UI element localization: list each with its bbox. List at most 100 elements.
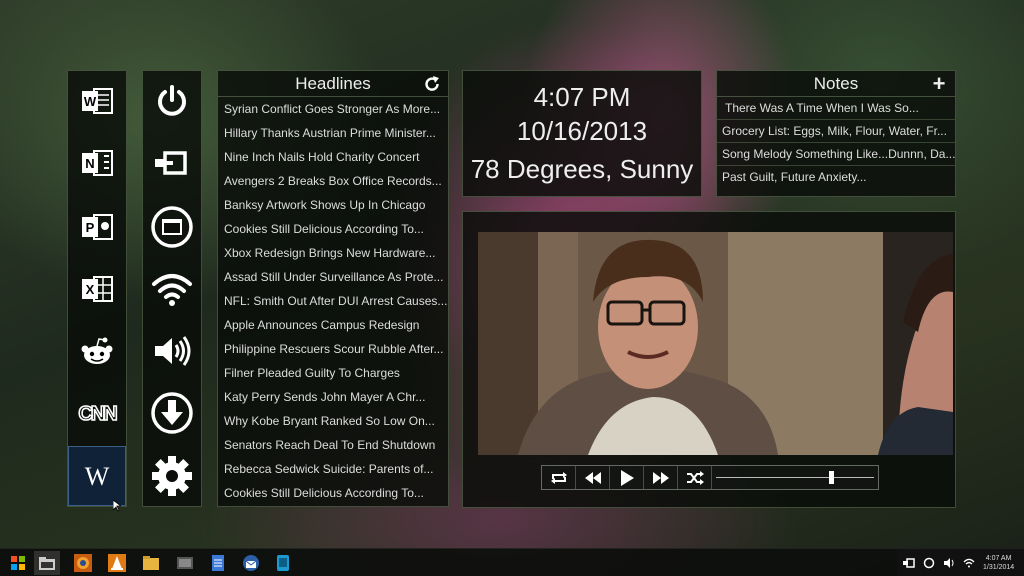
mouse-cursor-icon (113, 500, 121, 512)
display-button[interactable] (143, 133, 201, 193)
headline-item[interactable]: Filner Pleaded Guilty To Charges (218, 361, 448, 385)
wifi-button[interactable] (143, 259, 201, 319)
tray-date: 1/31/2014 (983, 564, 1015, 571)
powerpoint-tile[interactable]: P (68, 197, 126, 257)
settings-icon (152, 456, 192, 496)
onenote-tile[interactable]: N (68, 133, 126, 193)
display-icon (155, 151, 187, 175)
taskbar-firefox[interactable] (70, 551, 96, 575)
tray-sync[interactable] (921, 555, 937, 571)
taskbar: 4:07 AM 1/31/2014 (0, 548, 1024, 576)
headline-item[interactable]: Why Kobe Bryant Ranked So Low On... (218, 409, 448, 433)
headline-item[interactable]: Cookies Still Delicious According To... (218, 481, 448, 505)
headline-item[interactable]: Apple Announces Campus Redesign (218, 313, 448, 337)
headline-item[interactable]: Senators Reach Deal To End Shutdown (218, 433, 448, 457)
notes-title: Notes (813, 73, 859, 93)
headline-item[interactable]: Avengers 2 Breaks Box Office Records... (218, 169, 448, 193)
shuffle-button[interactable] (678, 466, 712, 489)
fast-forward-icon (652, 471, 669, 484)
notes-panel: Notes + There Was A Time When I Was So..… (716, 70, 956, 197)
onenote-icon: N (82, 150, 113, 176)
seek-thumb[interactable] (829, 471, 835, 484)
headline-item[interactable]: Syrian Conflict Goes Stronger As More... (218, 97, 448, 121)
headline-item[interactable]: Nine Inch Nails Hold Charity Concert (218, 145, 448, 169)
start-icon (11, 556, 25, 570)
video-player-panel (462, 211, 956, 508)
word-tile[interactable]: W (68, 71, 126, 131)
clock-time: 4:07 PM (533, 82, 631, 112)
svg-text:CNN: CNN (78, 403, 117, 425)
taskbar-thunderbird[interactable] (238, 551, 264, 575)
shuffle-icon (686, 470, 704, 485)
repeat-button[interactable] (542, 466, 576, 489)
tray-wifi[interactable] (961, 555, 977, 571)
wikipedia-tile[interactable]: W (68, 446, 126, 506)
headline-item[interactable]: Cookies Still Delicious According To... (218, 217, 448, 241)
window-icon (151, 206, 193, 248)
power-button[interactable] (143, 71, 201, 131)
reddit-icon (81, 337, 113, 364)
rewind-icon (584, 471, 601, 484)
headlines-header: Headlines (218, 71, 448, 97)
refresh-icon (425, 76, 439, 91)
repeat-icon (550, 471, 567, 484)
video-frame[interactable] (478, 232, 953, 455)
download-button[interactable] (143, 383, 201, 443)
tray-volume[interactable] (941, 555, 957, 571)
note-item[interactable]: Past Guilt, Future Anxiety... (717, 166, 955, 189)
cnn-tile[interactable]: CNN (68, 383, 126, 443)
volume-button[interactable] (143, 321, 201, 381)
seek-slider[interactable] (712, 466, 878, 489)
headline-item[interactable]: Xbox Redesign Brings New Hardware... (218, 241, 448, 265)
volume-icon (155, 336, 191, 366)
tray-display[interactable] (901, 555, 917, 571)
fast-forward-button[interactable] (644, 466, 678, 489)
notes-list: There Was A Time When I Was So... Grocer… (717, 97, 955, 189)
sync-icon (923, 557, 935, 569)
note-item[interactable]: Song Melody Something Like...Dunnn, Da..… (717, 143, 955, 166)
taskbar-media[interactable] (172, 551, 198, 575)
headlines-title: Headlines (295, 73, 371, 93)
power-icon (158, 85, 186, 116)
vlc-icon (108, 554, 126, 572)
video-still-image (478, 232, 953, 455)
headline-item[interactable]: Katy Perry Sends John Mayer A Chr... (218, 385, 448, 409)
headlines-list: Syrian Conflict Goes Stronger As More...… (218, 97, 448, 505)
clock-date: 10/16/2013 (516, 116, 648, 146)
svg-text:X: X (86, 282, 95, 297)
note-item[interactable]: There Was A Time When I Was So... (717, 97, 955, 120)
taskbar-vlc[interactable] (104, 551, 130, 575)
download-icon (151, 392, 193, 434)
headline-item[interactable]: Rebecca Sedwick Suicide: Parents of... (218, 457, 448, 481)
media-icon (177, 557, 193, 569)
window-button[interactable] (143, 197, 201, 257)
player-controls (541, 465, 879, 490)
headline-item[interactable]: NFL: Smith Out After DUI Arrest Causes..… (218, 289, 448, 313)
file-explorer-icon (39, 557, 55, 570)
taskbar-file-explorer[interactable] (34, 551, 60, 575)
refresh-button[interactable] (422, 74, 442, 94)
headline-item[interactable]: Hillary Thanks Austrian Prime Minister..… (218, 121, 448, 145)
taskbar-folder[interactable] (138, 551, 164, 575)
tray-clock[interactable]: 4:07 AM 1/31/2014 (983, 554, 1014, 572)
svg-text:W: W (85, 462, 110, 491)
start-button[interactable] (5, 551, 31, 575)
svg-text:P: P (86, 220, 95, 235)
play-button[interactable] (610, 466, 644, 489)
headline-item[interactable]: Philippine Rescuers Scour Rubble After..… (218, 337, 448, 361)
taskbar-app[interactable] (270, 551, 296, 575)
note-item[interactable]: Grocery List: Eggs, Milk, Flour, Water, … (717, 120, 955, 143)
notes-header: Notes + (717, 71, 955, 97)
reddit-tile[interactable] (68, 321, 126, 381)
headline-item[interactable]: Banksy Artwork Shows Up In Chicago (218, 193, 448, 217)
add-note-button[interactable]: + (929, 73, 949, 95)
rewind-button[interactable] (576, 466, 610, 489)
settings-button[interactable] (143, 446, 201, 506)
headline-item[interactable]: Assad Still Under Surveillance As Prote.… (218, 265, 448, 289)
svg-text:W: W (84, 94, 97, 109)
excel-tile[interactable]: X (68, 259, 126, 319)
taskbar-notepad[interactable] (205, 551, 231, 575)
system-tray: 4:07 AM 1/31/2014 (897, 549, 1024, 576)
powerpoint-icon: P (82, 214, 113, 240)
word-icon: W (82, 88, 113, 114)
